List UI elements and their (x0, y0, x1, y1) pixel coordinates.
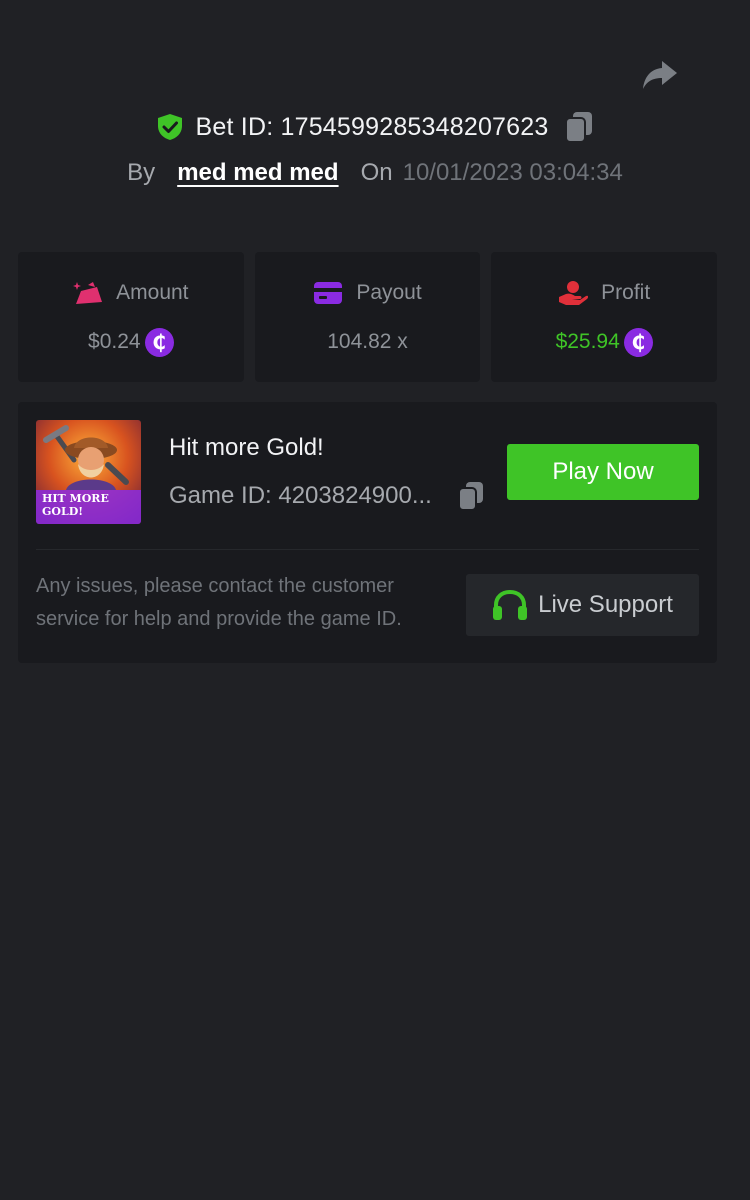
bet-stats: Amount $0.24 ₵ Payout 104.82 x Profit $2… (18, 252, 718, 382)
share-icon (643, 61, 677, 89)
stat-value: $0.24 (88, 330, 141, 353)
card-icon (313, 280, 343, 306)
thumbnail-title-line-1: HIT MORE (42, 492, 109, 505)
support-help-text: Any issues, please contact the customer … (36, 575, 402, 630)
bet-id: Bet ID: 1754599285348207623 (195, 112, 549, 141)
by-label: By (127, 159, 156, 186)
on-label: On (360, 159, 393, 186)
stat-value: $25.94 (555, 330, 620, 353)
share-button[interactable] (641, 58, 679, 92)
coin-icon: ₵ (623, 327, 653, 357)
bet-datetime: 10/01/2023 03:04:34 (402, 159, 623, 186)
stat-value: 104.82 x (327, 330, 408, 353)
stat-label: Profit (601, 281, 651, 304)
bet-meta-row: By med med med On 10/01/2023 03:04:34 (0, 156, 750, 190)
svg-text:GOLD!: GOLD! (42, 505, 83, 518)
bet-details-page: Bet ID: 1754599285348207623 By med med m… (0, 0, 750, 1200)
stat-label: Payout (356, 281, 422, 304)
live-support-label: Live Support (538, 591, 673, 618)
stat-label: Amount (116, 281, 189, 304)
play-now-button[interactable]: Play Now (507, 444, 699, 500)
bet-id-row: Bet ID: 1754599285348207623 (0, 108, 750, 146)
stat-card-profit: Profit $25.94 ₵ (491, 252, 718, 382)
game-card: HIT MORE GOLD! Hit more Gold! Game ID: 4… (18, 402, 717, 663)
copy-bet-id-button[interactable] (564, 110, 594, 144)
shield-check-icon (157, 114, 182, 140)
divider (36, 549, 699, 550)
username-link[interactable]: med med med (177, 159, 338, 187)
coin-icon: ₵ (144, 327, 174, 357)
copy-icon (458, 482, 483, 511)
game-thumbnail[interactable]: HIT MORE GOLD! (36, 420, 141, 524)
money-bag-icon (73, 280, 103, 306)
game-id: Game ID: 4203824900... (169, 482, 432, 509)
game-id-row: Game ID: 4203824900... (169, 480, 486, 512)
headset-icon (492, 588, 528, 622)
copy-icon (565, 112, 593, 143)
stat-card-amount: Amount $0.24 ₵ (18, 252, 244, 382)
live-support-button[interactable]: Live Support (466, 574, 699, 636)
hand-coin-icon (558, 280, 589, 306)
stat-card-payout: Payout 104.82 x (254, 252, 481, 382)
game-title: Hit more Gold! (169, 434, 324, 461)
copy-game-id-button[interactable] (458, 480, 486, 512)
